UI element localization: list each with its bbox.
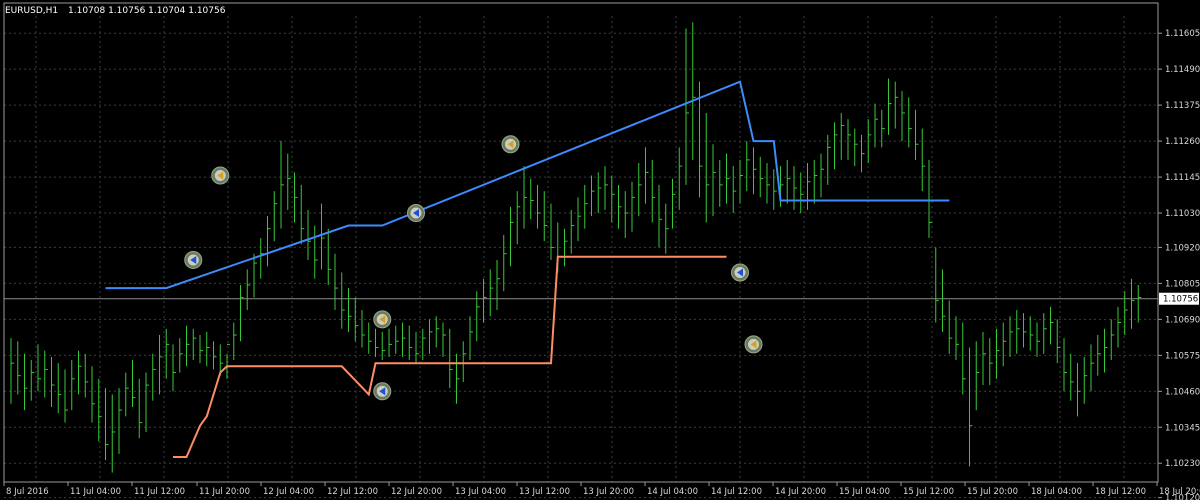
buy-signal-marker	[407, 204, 425, 223]
chart-symbol: EURUSD,H1	[5, 6, 58, 16]
y-tick-label: 1.10345	[1165, 423, 1200, 433]
y-tick-label: 1.10690	[1165, 315, 1200, 325]
x-tick-label: 18 Jul 12:00	[1095, 487, 1146, 497]
buy-signal-marker	[373, 382, 392, 401]
x-tick-label: 14 Jul 04:00	[647, 487, 698, 497]
x-tick-label: 11 Jul 04:00	[70, 487, 121, 497]
x-tick-label: 13 Jul 20:00	[583, 487, 634, 497]
y-tick-label: 1.11375	[1165, 101, 1200, 111]
x-tick-label: 12 Jul 20:00	[391, 487, 442, 497]
x-tick-label: 12 Jul 04:00	[263, 487, 314, 497]
y-tick-label: 1.10805	[1165, 279, 1200, 289]
x-tick-label: 11 Jul 20:00	[199, 487, 250, 497]
y-tick-label: 1.10575	[1165, 351, 1200, 361]
y-tick-label: 1.10230	[1165, 459, 1200, 469]
buy-signal-marker	[184, 250, 203, 269]
x-tick-label: 15 Jul 20:00	[967, 487, 1018, 497]
x-tick-label: 8 Jul 2016	[6, 487, 49, 497]
x-tick-label: 15 Jul 04:00	[839, 487, 890, 497]
y-tick-label: 1.11145	[1165, 173, 1200, 183]
x-tick-label: 18 Jul 04:00	[1031, 487, 1082, 497]
y-tick-label: 1.10920	[1165, 243, 1200, 253]
x-tick-label: 13 Jul 04:00	[455, 487, 506, 497]
x-tick-label: 11 Jul 12:00	[134, 487, 185, 497]
price-chart[interactable]: 1.11605 1.11490 1.11375 1.11260 1.11145 1.110…	[0, 0, 1200, 500]
x-tick-label: 12 Jul 12:00	[327, 487, 378, 497]
x-tick-label: 13 Jul 12:00	[519, 487, 570, 497]
current-price-badge-group: 1.10756	[1159, 292, 1199, 305]
y-tick-label: 1.11490	[1165, 65, 1200, 75]
x-tick-label: 14 Jul 12:00	[711, 487, 762, 497]
sell-signal-marker	[373, 310, 392, 329]
current-price-badge-label: 1.10756	[1163, 295, 1198, 305]
y-tick-label: 1.10460	[1165, 387, 1200, 397]
chart-ohlc: 1.10708 1.10756 1.10704 1.10756	[68, 6, 226, 16]
chart-background	[0, 0, 1200, 500]
buy-signal-marker	[731, 263, 749, 282]
sell-signal-marker	[744, 335, 763, 354]
x-tick-label: 18 Jul 20:00	[1159, 487, 1200, 497]
y-tick-label: 1.11260	[1165, 137, 1200, 147]
x-tick-label: 15 Jul 12:00	[903, 487, 954, 497]
y-tick-label: 1.11030	[1165, 209, 1200, 219]
sell-signal-marker	[501, 135, 520, 154]
y-tick-label: 1.11605	[1165, 29, 1200, 39]
x-tick-label: 14 Jul 20:00	[775, 487, 826, 497]
sell-signal-marker	[211, 166, 230, 185]
